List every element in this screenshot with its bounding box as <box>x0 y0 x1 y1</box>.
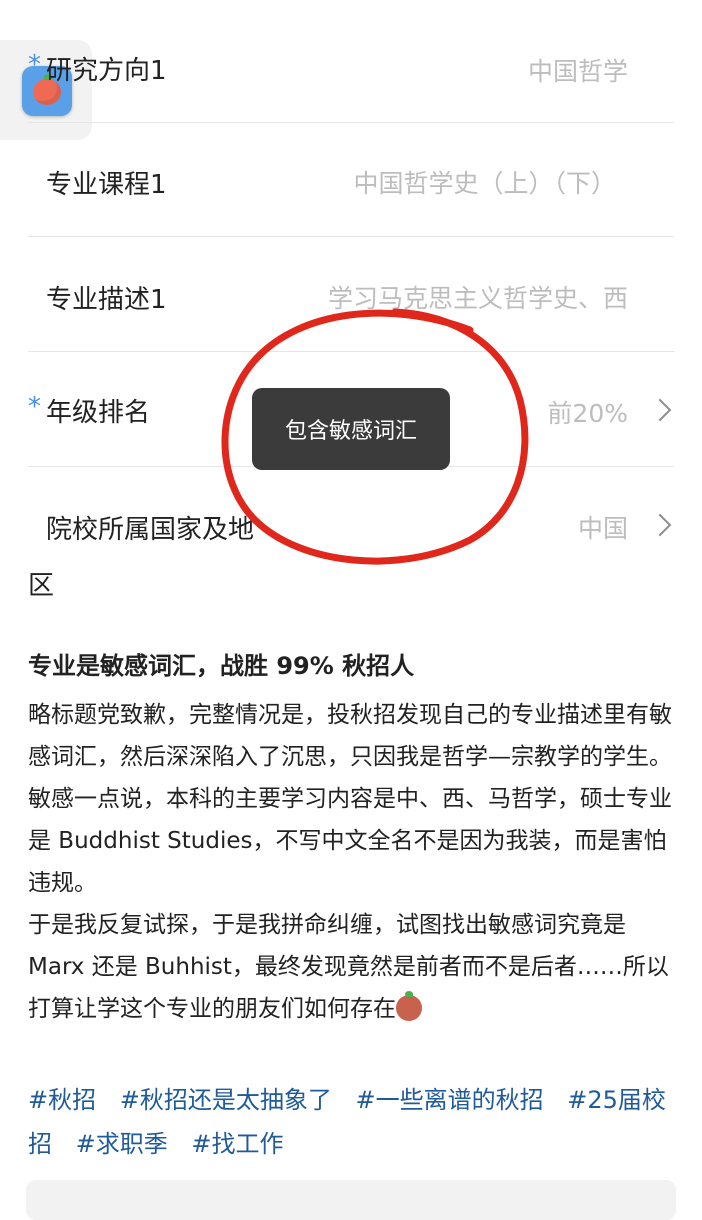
post-body: 略标题党致歉，完整情况是，投秋招发现自己的专业描述里有敏感词汇，然后深深陷入了沉… <box>28 694 674 1030</box>
post-title: 专业是敏感词汇，战胜 99% 秋招人 <box>28 652 415 680</box>
rank-label: 年级排名 <box>46 398 151 428</box>
country-label-continued: 区 <box>28 571 55 601</box>
post-paragraph-text: 于是我反复试探，于是我拼命纠缠，试图找出敏感词究竟是 Marx 还是 Buhhi… <box>28 912 669 1022</box>
rank-value[interactable]: 前20% <box>547 394 628 430</box>
research-direction-value[interactable]: 中国哲学 <box>528 52 628 88</box>
chevron-right-icon[interactable] <box>648 398 672 422</box>
tag-link[interactable]: #秋招还是太抽象了 <box>120 1086 332 1114</box>
chevron-right-icon[interactable] <box>648 513 672 537</box>
country-value[interactable]: 中国 <box>578 509 628 545</box>
comment-input-area[interactable] <box>26 1180 676 1220</box>
sensitive-word-toast: 包含敏感词汇 <box>252 388 450 470</box>
tag-link[interactable]: #一些离谱的秋招 <box>356 1086 544 1114</box>
tomato-sweat-emoji-icon <box>396 991 422 1021</box>
research-direction-label: 研究方向1 <box>46 56 167 86</box>
course-value[interactable]: 中国哲学史（上）（下） <box>353 164 616 200</box>
country-row[interactable]: 院校所属国家及地 区 中国 <box>28 467 674 607</box>
required-marker: * <box>28 392 41 422</box>
course-label: 专业课程1 <box>46 170 167 200</box>
description-row[interactable]: 专业描述1 学习马克思主义哲学史、西 <box>28 237 674 352</box>
required-marker: * <box>28 50 41 80</box>
research-direction-row[interactable]: * 研究方向1 中国哲学 <box>28 8 674 123</box>
tag-link[interactable]: #求职季 <box>76 1130 168 1158</box>
post-paragraph: 敏感一点说，本科的主要学习内容是中、西、马哲学，硕士专业是 Buddhist S… <box>28 786 672 896</box>
description-label: 专业描述1 <box>46 285 167 315</box>
post-paragraph: 略标题党致歉，完整情况是，投秋招发现自己的专业描述里有敏感词汇，然后深深陷入了沉… <box>28 702 672 770</box>
description-value[interactable]: 学习马克思主义哲学史、西 <box>328 279 628 315</box>
post-tags: #秋招 #秋招还是太抽象了 #一些离谱的秋招 #25届校招 #求职季 #找工作 <box>28 1078 678 1166</box>
tag-link[interactable]: #找工作 <box>191 1130 283 1158</box>
post-paragraph: 于是我反复试探，于是我拼命纠缠，试图找出敏感词究竟是 Marx 还是 Buhhi… <box>28 904 674 1030</box>
course-row[interactable]: 专业课程1 中国哲学史（上）（下） <box>28 122 674 237</box>
tag-link[interactable]: #秋招 <box>28 1086 96 1114</box>
country-label: 院校所属国家及地 <box>46 515 255 545</box>
